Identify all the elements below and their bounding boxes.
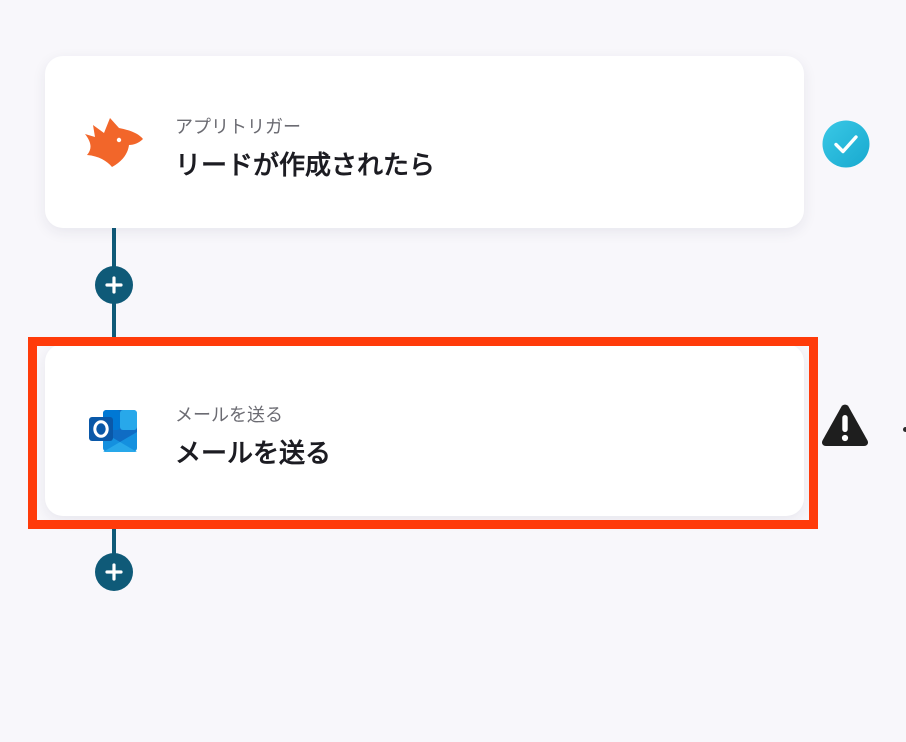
plus-icon xyxy=(105,563,123,581)
selection-highlight xyxy=(28,337,818,529)
add-step-button[interactable] xyxy=(95,553,133,591)
trigger-step-card[interactable]: アプリトリガー リードが作成されたら xyxy=(45,56,804,228)
fox-app-icon xyxy=(82,112,146,172)
warning-icon xyxy=(820,402,870,448)
step-title: リードが作成されたら xyxy=(175,151,436,181)
plus-icon xyxy=(105,276,123,294)
add-step-button[interactable] xyxy=(95,266,133,304)
step-type-label: アプリトリガー xyxy=(175,117,301,138)
check-icon xyxy=(822,120,870,168)
